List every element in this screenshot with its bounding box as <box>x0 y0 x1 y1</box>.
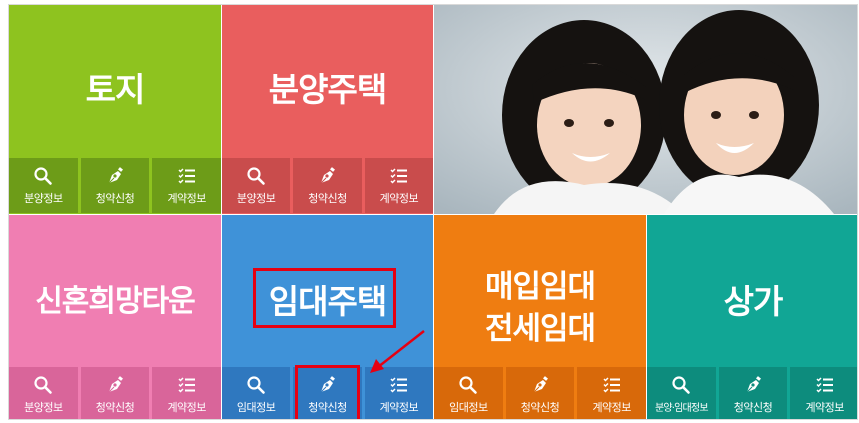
purchase-apply-button[interactable]: 청약신청 <box>505 367 575 419</box>
button-label: 청약신청 <box>95 400 135 414</box>
land-apply-button[interactable]: 청약신청 <box>80 158 150 213</box>
checklist-icon <box>815 375 835 395</box>
title-line-lease-rental: 전세임대 <box>484 311 596 347</box>
button-label: 계약정보 <box>167 400 206 414</box>
shop-apply-button[interactable]: 청약신청 <box>718 367 788 419</box>
button-label: 임대정보 <box>449 400 488 414</box>
tile-rental-housing: 임대주택 임대정보 청약신청 계약정보 <box>222 215 433 419</box>
pen-nib-icon <box>530 375 550 395</box>
rental-info-button[interactable]: 임대정보 <box>222 367 291 419</box>
button-label: 분양정보 <box>24 191 63 205</box>
land-contract-info-button[interactable]: 계약정보 <box>152 158 221 213</box>
checklist-icon <box>177 375 197 395</box>
search-icon <box>33 166 53 186</box>
button-label: 분양·임대정보 <box>654 403 709 414</box>
button-label: 계약정보 <box>592 400 631 414</box>
button-label: 청약신청 <box>308 191 347 205</box>
apply-highlight-box <box>295 365 360 419</box>
purchase-button-row: 임대정보 청약신청 계약정보 <box>434 367 646 419</box>
tile-newlywed-town: 신혼희망타운 분양정보 청약신청 계약정보 <box>9 215 221 419</box>
search-icon <box>458 375 478 395</box>
title-highlight-box <box>253 268 396 328</box>
newlywed-contract-info-button[interactable]: 계약정보 <box>152 367 221 419</box>
shop-button-row: 분양·임대정보 청약신청 계약정보 <box>647 367 857 419</box>
button-label: 청약신청 <box>733 400 773 414</box>
tile-land: 토지 분양정보 청약신청 계약정보 <box>9 5 221 214</box>
button-label: 청약신청 <box>95 191 135 205</box>
tile-title-newlywed-town[interactable]: 신혼희망타운 <box>9 277 221 327</box>
search-icon <box>246 166 266 186</box>
land-sale-info-button[interactable]: 분양정보 <box>9 158 78 213</box>
two-girls-photo <box>434 5 857 214</box>
shop-contract-info-button[interactable]: 계약정보 <box>790 367 857 419</box>
tile-title-land[interactable]: 토지 <box>9 65 221 115</box>
tile-title-sale-housing[interactable]: 분양주택 <box>222 65 433 115</box>
button-label: 계약정보 <box>379 400 419 414</box>
checklist-icon <box>602 375 622 395</box>
sale-housing-sale-info-button[interactable]: 분양정보 <box>222 158 291 213</box>
rental-apply-button[interactable]: 청약신청 <box>293 365 362 419</box>
housing-menu-grid: 토지 분양정보 청약신청 계약정보 분양주택 분양정보 청약신청 계약정보 신혼… <box>8 4 858 420</box>
sale-housing-button-row: 분양정보 청약신청 계약정보 <box>222 158 433 213</box>
purchase-rental-info-button[interactable]: 임대정보 <box>434 367 503 419</box>
checklist-icon <box>177 166 197 186</box>
newlywed-button-row: 분양정보 청약신청 계약정보 <box>9 367 221 419</box>
search-icon <box>33 375 53 395</box>
search-icon <box>671 375 691 395</box>
button-label: 임대정보 <box>236 400 276 414</box>
tile-commercial-shop: 상가 분양·임대정보 청약신청 계약정보 <box>647 215 857 419</box>
button-label: 계약정보 <box>379 191 419 205</box>
button-label: 청약신청 <box>520 400 560 414</box>
tile-title-commercial-shop[interactable]: 상가 <box>647 277 857 327</box>
red-arrow-icon <box>370 330 425 373</box>
land-button-row: 분양정보 청약신청 계약정보 <box>9 158 221 213</box>
checklist-icon <box>389 166 409 186</box>
purchase-contract-info-button[interactable]: 계약정보 <box>577 367 646 419</box>
tile-title-purchase-lease-rental[interactable]: 매입임대 전세임대 <box>434 263 646 353</box>
pen-nib-icon <box>105 375 125 395</box>
button-label: 계약정보 <box>167 191 206 205</box>
checklist-icon <box>389 375 409 395</box>
tile-sale-housing: 분양주택 분양정보 청약신청 계약정보 <box>222 5 433 214</box>
sale-housing-contract-info-button[interactable]: 계약정보 <box>364 158 433 213</box>
photo-banner <box>434 5 857 214</box>
pen-nib-icon <box>105 166 125 186</box>
search-icon <box>246 375 266 395</box>
pen-nib-icon <box>317 166 337 186</box>
button-label: 계약정보 <box>805 400 844 414</box>
newlywed-apply-button[interactable]: 청약신청 <box>80 367 150 419</box>
shop-sale-rental-info-button[interactable]: 분양·임대정보 <box>647 367 716 419</box>
button-label: 분양정보 <box>24 400 63 414</box>
tile-purchase-lease-rental: 매입임대 전세임대 임대정보 청약신청 계약정보 <box>434 215 646 419</box>
button-label: 분양정보 <box>236 191 276 205</box>
pen-nib-icon <box>743 375 763 395</box>
sale-housing-apply-button[interactable]: 청약신청 <box>293 158 362 213</box>
title-line-purchase-rental: 매입임대 <box>484 269 596 305</box>
newlywed-sale-info-button[interactable]: 분양정보 <box>9 367 78 419</box>
